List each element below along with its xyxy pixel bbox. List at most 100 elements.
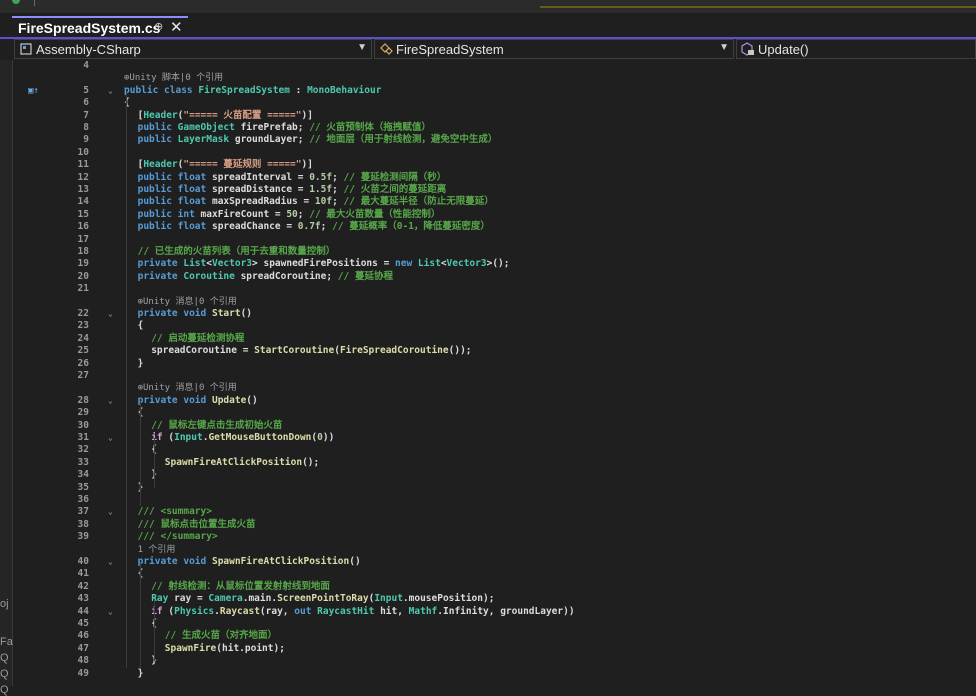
code-line[interactable]: 19 private List<Vector3> spawnedFirePosit…: [13, 258, 976, 270]
fold-chevron-icon[interactable]: ⌄: [108, 308, 113, 320]
code-line[interactable]: 10: [13, 147, 976, 159]
codelens-row[interactable]: ⊕Unity 消息|0 个引用: [13, 382, 976, 394]
code-line[interactable]: 8 public GameObject firePrefab; // 火苗预制体（…: [13, 122, 976, 134]
code-line[interactable]: 28 ⌄ private void Update(): [13, 395, 976, 407]
panel-text-fragment: Fa: [0, 636, 13, 648]
code-line[interactable]: 17: [13, 234, 976, 246]
code-line[interactable]: 47 SpawnFire(hit.point);: [13, 643, 976, 655]
code-line[interactable]: 14 public float maxSpreadRadius = 10f; //…: [13, 196, 976, 208]
token: private: [137, 258, 184, 270]
code-text: /// <summary>: [138, 506, 212, 518]
search-icon[interactable]: Q: [0, 668, 9, 680]
code-line[interactable]: 13 public float spreadDistance = 1.5f; //…: [13, 184, 976, 196]
token: maxSpreadRadius =: [206, 196, 315, 208]
token: spreadCoroutine =: [151, 345, 255, 357]
divider: [34, 0, 35, 6]
code-text: public GameObject firePrefab; // 火苗预制体（拖…: [138, 122, 431, 134]
code-text: SpawnFireAtClickPosition();: [165, 457, 319, 469]
line-number: 47: [77, 642, 89, 654]
code-line[interactable]: 4: [13, 60, 976, 72]
token: 0.7f: [297, 221, 321, 233]
code-line[interactable]: 40 ⌄ private void SpawnFireAtClickPosition…: [13, 556, 976, 568]
token: ;: [297, 208, 310, 220]
code-line[interactable]: 21: [13, 283, 976, 295]
code-line[interactable]: 27: [13, 370, 976, 382]
code-line[interactable]: 22 ⌄ private void Start(): [13, 308, 976, 320]
codelens-hint[interactable]: ⊕Unity 脚本|0 个引用: [124, 72, 223, 84]
code-line[interactable]: 46 // 生成火苗（对齐地面）: [13, 630, 976, 642]
code-line[interactable]: 45{: [13, 618, 976, 630]
class-marker-icon[interactable]: ▣↑: [28, 85, 39, 97]
code-line[interactable]: 39 /// </summary>: [13, 531, 976, 543]
token: void: [183, 308, 212, 319]
code-line[interactable]: 18 // 已生成的火苗列表（用于去重和数量控制）: [13, 246, 976, 258]
codelens-row[interactable]: 1 个引用: [13, 544, 976, 556]
code-line[interactable]: 16 public float spreadChance = 0.7f; // 蔓…: [13, 221, 976, 233]
codelens-hint[interactable]: ⊕Unity 消息|0 个引用: [138, 296, 237, 308]
fold-chevron-icon[interactable]: ⌄: [108, 506, 113, 518]
token: LayerMask: [177, 134, 230, 146]
project-dropdown[interactable]: Assembly-CSharp ▼: [14, 39, 372, 59]
code-line[interactable]: 37 ⌄ /// <summary>: [13, 506, 976, 518]
code-line[interactable]: 30 // 鼠标左键点击生成初始火苗: [13, 420, 976, 432]
code-line[interactable]: 31 ⌄ if (Input.GetMouseButtonDown(0)): [13, 432, 976, 444]
code-line[interactable]: 15 public int maxFireCount = 50; // 最大火苗数…: [13, 209, 976, 221]
code-line[interactable]: 20 private Coroutine spreadCoroutine; // …: [13, 271, 976, 283]
code-editor[interactable]: 4 ⊕Unity 脚本|0 个引用 5 ▣↑ ⌄ public class FireSpr…: [13, 60, 976, 686]
fold-chevron-icon[interactable]: ⌄: [108, 432, 113, 444]
code-line[interactable]: 5 ▣↑ ⌄ public class FireSpreadSystem : Mono…: [13, 85, 976, 97]
code-line[interactable]: 25 spreadCoroutine = StartCoroutine(FireS…: [13, 345, 976, 357]
code-line[interactable]: 38 /// 鼠标点击位置生成火苗: [13, 519, 976, 531]
line-number: 11: [77, 159, 89, 171]
search-icon[interactable]: Q: [0, 652, 9, 664]
codelens-row[interactable]: ⊕Unity 消息|0 个引用: [13, 296, 976, 308]
fold-chevron-icon[interactable]: ⌄: [108, 556, 113, 568]
code-line[interactable]: 23 {: [13, 320, 976, 332]
code-line[interactable]: 6{: [13, 97, 976, 109]
code-line[interactable]: 33 SpawnFireAtClickPosition();: [13, 457, 976, 469]
code-line[interactable]: 26}: [13, 358, 976, 370]
fold-chevron-icon[interactable]: ⌄: [108, 85, 113, 97]
line-number: 17: [77, 233, 89, 245]
token: float: [177, 171, 207, 183]
type-dropdown[interactable]: FireSpreadSystem ▼: [374, 39, 734, 59]
token: Start: [211, 308, 241, 319]
pin-icon[interactable]: ⊕: [154, 20, 163, 33]
fold-chevron-icon[interactable]: ⌄: [108, 606, 113, 618]
code-line[interactable]: 42 // 射线检测：从鼠标位置发射射线到地面: [13, 581, 976, 593]
codelens-hint[interactable]: 1 个引用: [138, 544, 176, 556]
close-icon[interactable]: ✕: [170, 18, 183, 36]
code-text: {: [138, 320, 144, 332]
token: }: [137, 667, 144, 679]
codelens-hint[interactable]: ⊕Unity 消息|0 个引用: [138, 382, 237, 394]
token: // 最大火苗数量（性能控制）: [309, 208, 441, 220]
code-line[interactable]: 36: [13, 494, 976, 506]
code-line[interactable]: 49}: [13, 668, 976, 680]
token: 0.5f: [309, 171, 333, 183]
code-line[interactable]: 35}: [13, 482, 976, 494]
token: RaycastHit: [317, 605, 375, 617]
token: int: [177, 208, 195, 220]
token: Raycast: [219, 605, 260, 617]
code-line[interactable]: 11 [Header("===== 蔓延规则 =====")]: [13, 159, 976, 171]
line-number: 42: [77, 580, 89, 592]
code-line[interactable]: 41{: [13, 568, 976, 580]
code-line[interactable]: 29{: [13, 407, 976, 419]
code-line[interactable]: 48}: [13, 655, 976, 667]
code-line[interactable]: 9 public LayerMask groundLayer; // 地面层（用于…: [13, 134, 976, 146]
code-line[interactable]: 24 // 启动蔓延检测协程: [13, 333, 976, 345]
code-line[interactable]: 7 [Header("===== 火苗配置 =====")]: [13, 110, 976, 122]
token: new: [395, 258, 418, 270]
member-dropdown[interactable]: Update(): [736, 39, 976, 59]
token: Header: [143, 159, 178, 171]
code-line[interactable]: 43 Ray ray = Camera.main.ScreenPointToRay…: [13, 593, 976, 605]
code-line[interactable]: 34}: [13, 469, 976, 481]
codelens-row[interactable]: ⊕Unity 脚本|0 个引用: [13, 72, 976, 84]
fold-chevron-icon[interactable]: ⌄: [108, 395, 113, 407]
token: // 火苗预制体（拖拽赋值）: [309, 122, 431, 133]
token: Header: [143, 109, 178, 121]
code-line[interactable]: 32{: [13, 444, 976, 456]
code-line[interactable]: 44 ⌄ if (Physics.Raycast(ray, out RaycastH…: [13, 606, 976, 618]
code-line[interactable]: 12 public float spreadInterval = 0.5f; //…: [13, 172, 976, 184]
tab-firespreadsystem[interactable]: FireSpreadSystem.cs ⊕ ✕: [12, 16, 188, 38]
